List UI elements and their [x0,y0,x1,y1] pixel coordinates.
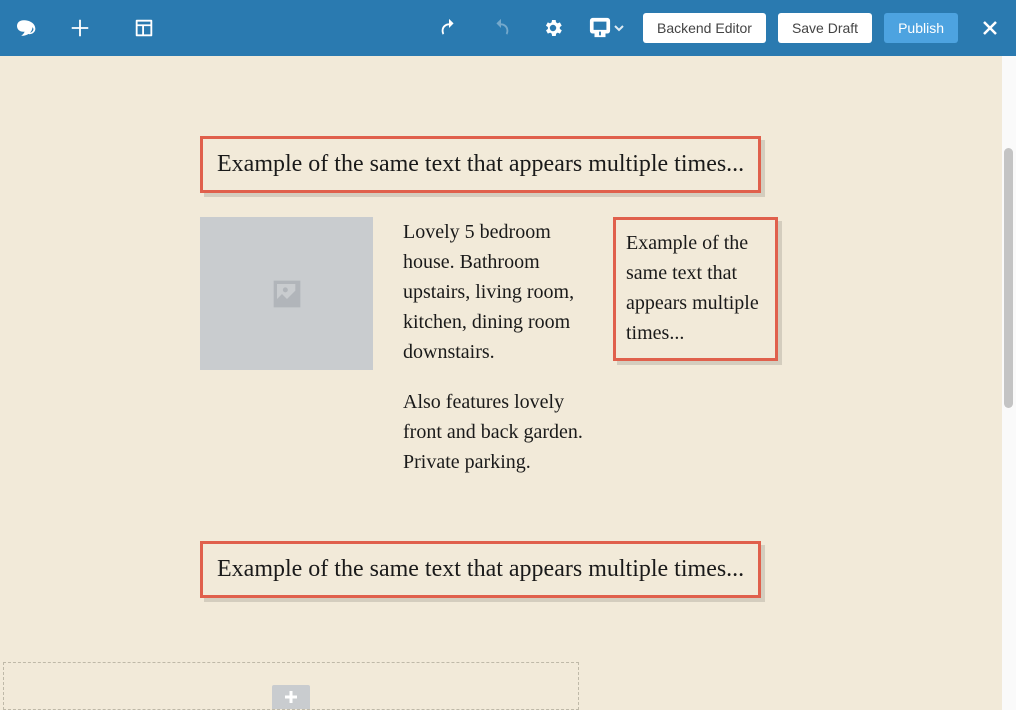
paragraph-1: Lovely 5 bedroom house. Bathroom upstair… [403,217,583,367]
backend-editor-button[interactable]: Backend Editor [643,13,766,43]
undo-icon[interactable] [433,12,465,44]
paragraph-column[interactable]: Lovely 5 bedroom house. Bathroom upstair… [403,217,583,497]
template-icon[interactable] [128,12,160,44]
redo-icon [485,12,517,44]
side-highlight-box[interactable]: Example of the same text that appears mu… [613,217,778,361]
side-text: Example of the same text that appears mu… [626,232,759,344]
heading-bottom-wrap: Example of the same text that appears mu… [200,541,816,598]
image-placeholder[interactable] [200,217,373,370]
page-content: Example of the same text that appears mu… [0,56,1016,618]
toolbar-left [12,12,160,44]
content-row: Lovely 5 bedroom house. Bathroom upstair… [200,217,816,497]
close-icon[interactable] [976,14,1004,42]
image-icon [267,274,307,314]
editor-canvas[interactable]: Example of the same text that appears mu… [0,56,1016,710]
device-preview-dropdown[interactable] [589,17,625,39]
add-section-zone[interactable] [3,662,579,710]
logo-icon[interactable] [12,12,44,44]
heading-highlight-2[interactable]: Example of the same text that appears mu… [200,541,761,598]
editor-toolbar: Backend Editor Save Draft Publish [0,0,1016,56]
toolbar-center [160,12,643,44]
scrollbar-thumb[interactable] [1004,148,1013,408]
add-section-button[interactable] [272,685,310,709]
vertical-scrollbar[interactable] [1002,56,1016,710]
heading-highlight-1[interactable]: Example of the same text that appears mu… [200,136,761,193]
settings-icon[interactable] [537,12,569,44]
heading-text-1: Example of the same text that appears mu… [217,149,744,180]
paragraph-2: Also features lovely front and back gard… [403,387,583,477]
publish-button[interactable]: Publish [884,13,958,43]
add-element-icon[interactable] [64,12,96,44]
toolbar-right: Backend Editor Save Draft Publish [643,13,1004,43]
heading-text-2: Example of the same text that appears mu… [217,554,744,585]
plus-icon [283,689,299,705]
chevron-down-icon [613,22,625,34]
save-draft-button[interactable]: Save Draft [778,13,872,43]
